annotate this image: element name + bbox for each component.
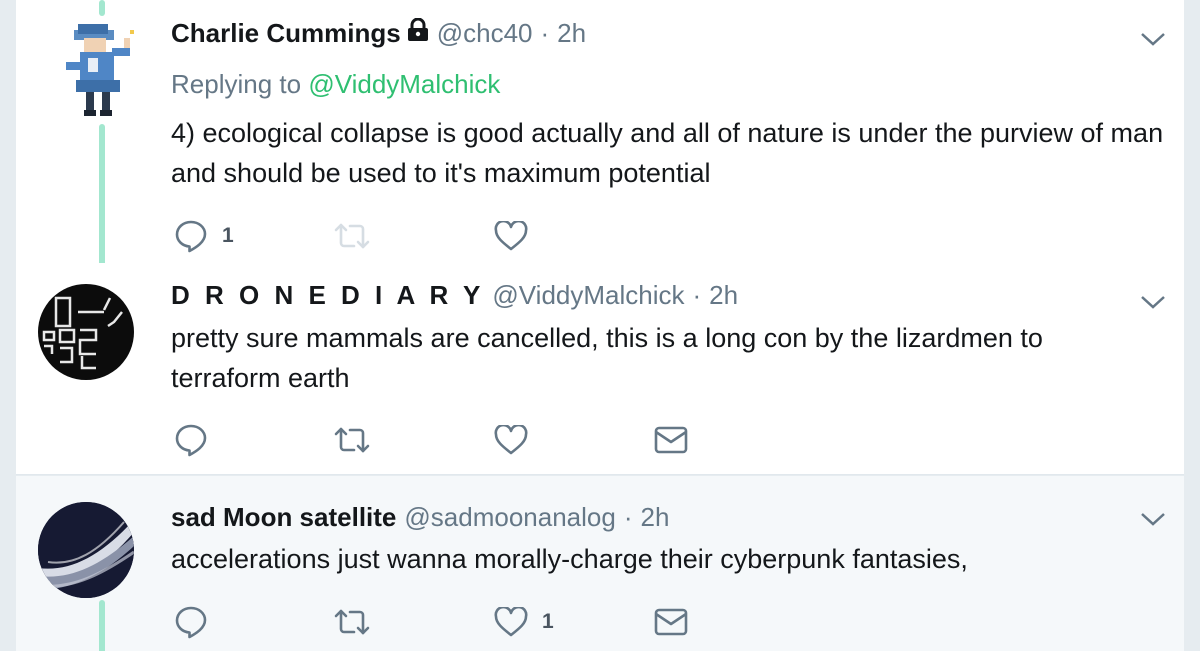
replying-to: Replying to @ViddyMalchick	[171, 69, 500, 99]
thread-line	[99, 124, 105, 274]
direct-message-button[interactable]	[654, 602, 714, 642]
avatar-pixel-character	[66, 24, 134, 116]
like-count: 1	[542, 610, 554, 633]
reply-button[interactable]	[174, 602, 334, 642]
chevron-down-icon[interactable]	[1138, 287, 1168, 317]
tweet-sad-moon-satellite[interactable]: sad Moon satellite @sadmoonanalog · 2h a…	[16, 476, 1184, 651]
like-button[interactable]: 1	[494, 602, 654, 642]
timestamp[interactable]: 2h	[641, 502, 670, 532]
avatar[interactable]	[54, 22, 150, 118]
thread-line	[99, 600, 105, 651]
retweet-button-disabled	[334, 216, 494, 256]
avatar[interactable]	[38, 284, 134, 380]
reply-button[interactable]: 1	[174, 216, 334, 256]
retweet-button[interactable]	[334, 602, 494, 642]
tweet-header: Charlie Cummings @chc40 · 2h	[171, 17, 1168, 48]
reply-icon	[175, 606, 207, 639]
tweet-text: accelerations just wanna morally-charge …	[171, 544, 968, 574]
timestamp[interactable]: 2h	[709, 280, 738, 310]
chevron-down-icon[interactable]	[1138, 504, 1168, 534]
display-name[interactable]: Charlie Cummings	[171, 18, 401, 48]
tweet-actions: 1	[174, 602, 714, 642]
tweet-header: D R O N E D I A R Y @ViddyMalchick · 2h	[171, 280, 1168, 310]
direct-message-icon	[654, 426, 688, 454]
tweet-actions: 1	[174, 216, 654, 256]
thread-line-top	[99, 0, 105, 16]
avatar-glyph-art	[42, 296, 123, 370]
tweet-text: 4) ecological collapse is good actually …	[171, 118, 1164, 188]
retweet-icon	[334, 609, 370, 635]
retweet-button[interactable]	[334, 420, 494, 460]
tweet-header: sad Moon satellite @sadmoonanalog · 2h	[171, 502, 1168, 532]
like-icon	[494, 221, 528, 251]
avatar[interactable]	[38, 502, 134, 598]
tweet-charlie-cummings[interactable]: Charlie Cummings @chc40 · 2h Replying to…	[16, 0, 1184, 274]
replying-to-link[interactable]: @ViddyMalchick	[308, 69, 500, 99]
retweet-icon	[334, 223, 370, 249]
display-name[interactable]: D R O N E D I A R Y	[171, 280, 484, 310]
username[interactable]: @sadmoonanalog	[404, 502, 615, 532]
reply-icon	[175, 424, 207, 457]
tweet-actions	[174, 420, 714, 460]
direct-message-button[interactable]	[654, 420, 714, 460]
avatar-moon-image	[38, 502, 134, 598]
lock-icon	[407, 17, 429, 48]
like-icon	[494, 425, 528, 455]
reply-button[interactable]	[174, 420, 334, 460]
separator-dot: ·	[692, 280, 702, 310]
username[interactable]: @ViddyMalchick	[492, 280, 684, 310]
chevron-down-icon[interactable]	[1138, 24, 1168, 54]
conversation-timeline: Charlie Cummings @chc40 · 2h Replying to…	[0, 0, 1200, 651]
retweet-icon	[334, 427, 370, 453]
replying-to-label: Replying to	[171, 69, 302, 99]
separator-dot: ·	[540, 18, 550, 48]
reply-icon	[175, 220, 207, 253]
like-button[interactable]	[494, 216, 654, 256]
reply-count: 1	[222, 224, 234, 247]
tweet-dronediary[interactable]: D R O N E D I A R Y @ViddyMalchick · 2h …	[16, 263, 1184, 475]
like-button[interactable]	[494, 420, 654, 460]
username[interactable]: @chc40	[437, 18, 533, 48]
separator-dot: ·	[623, 502, 633, 532]
display-name[interactable]: sad Moon satellite	[171, 502, 396, 532]
like-icon	[494, 607, 528, 637]
tweet-text: pretty sure mammals are cancelled, this …	[171, 323, 1043, 393]
direct-message-icon	[654, 608, 688, 636]
timestamp[interactable]: 2h	[557, 18, 586, 48]
